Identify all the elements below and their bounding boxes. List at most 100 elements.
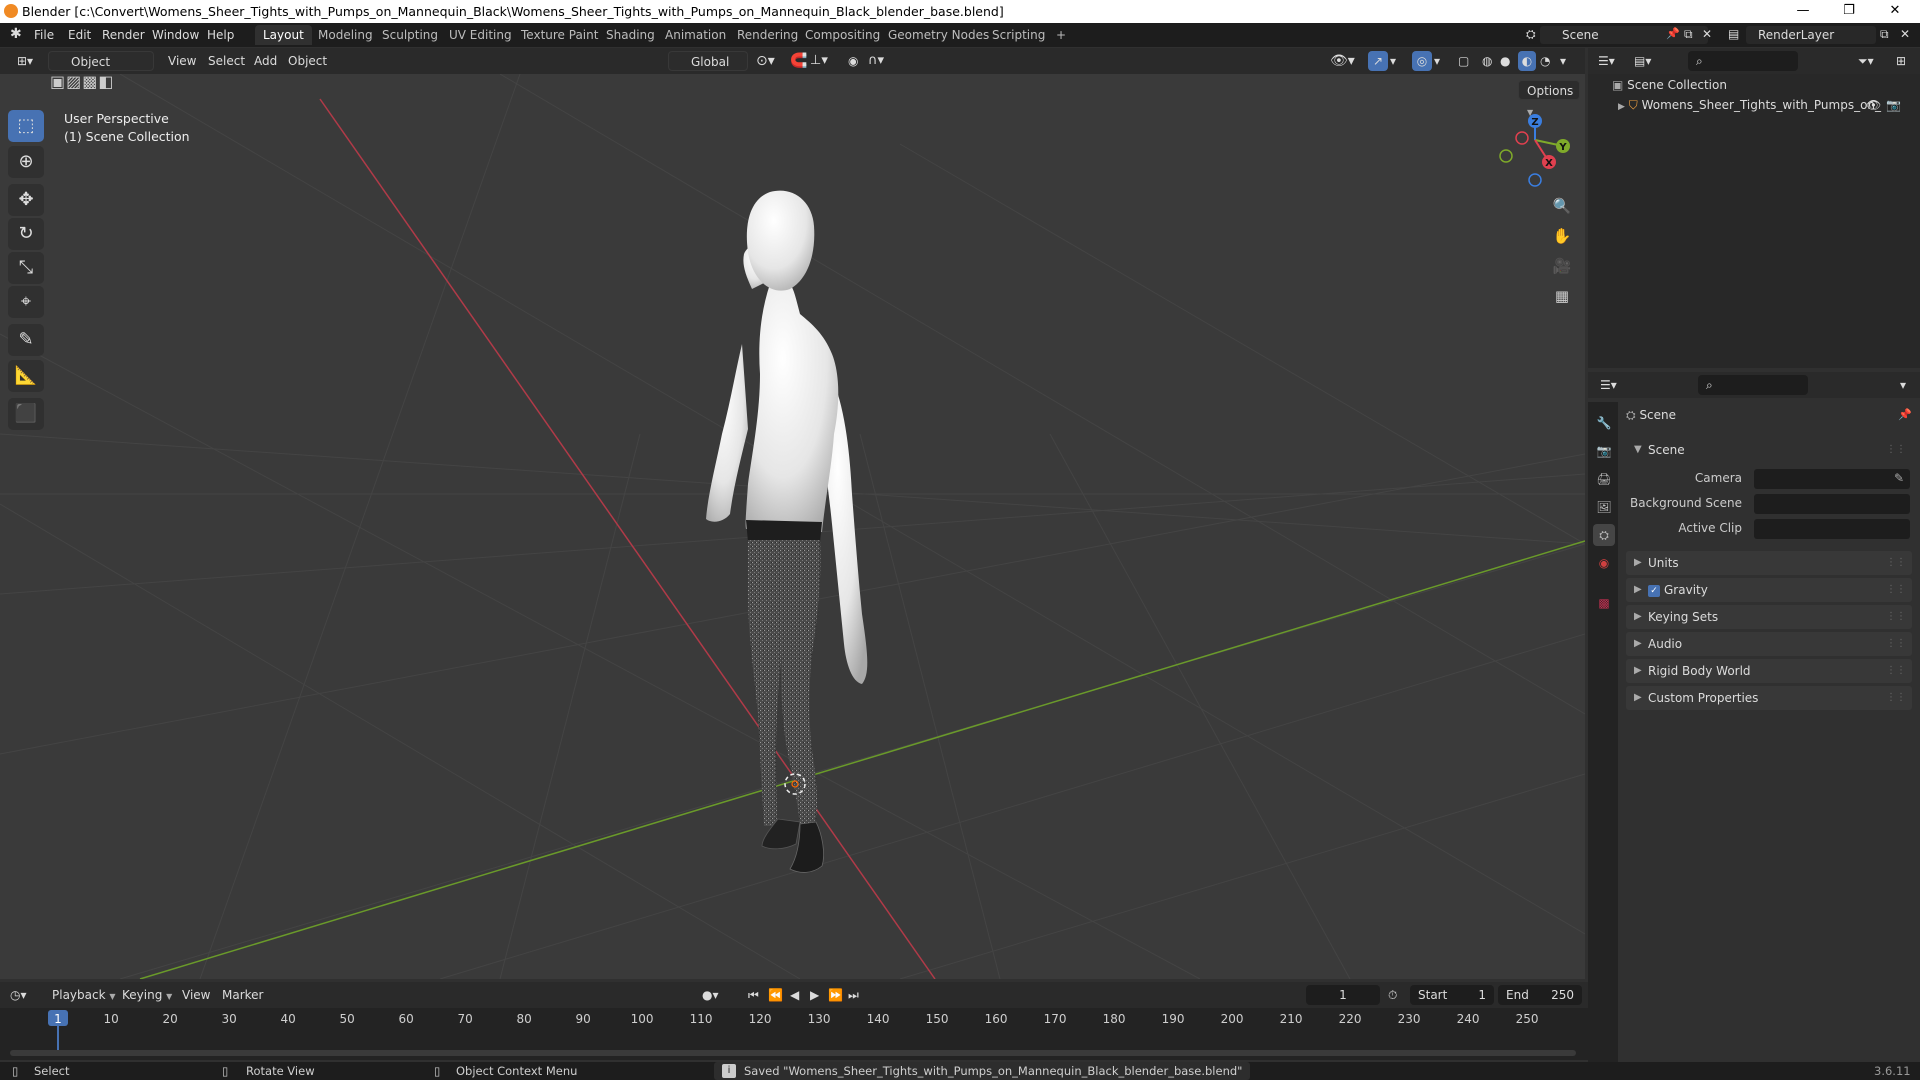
menu-view[interactable]: View [168,51,196,71]
timeline-scrollbar[interactable] [10,1050,1576,1056]
tab-compositing[interactable]: Compositing [797,25,888,45]
falloff-icon[interactable]: ∩▾ [868,51,884,71]
drag-grip-icon[interactable]: ⋮⋮ [1886,659,1906,683]
measure-tool-icon[interactable]: 📐 [8,360,44,392]
shading-dropdown-icon[interactable]: ▾ [1560,51,1566,71]
filter-icon[interactable]: ⏷▾ [1858,51,1874,71]
menu-add[interactable]: Add [254,51,277,71]
timeline-editor-type-icon[interactable]: ◷▾ [10,985,27,1005]
properties-editor-type-icon[interactable]: ☰▾ [1600,375,1617,395]
record-icon[interactable]: ●▾ [702,985,719,1005]
jump-keyframe-forward-icon[interactable]: ⏩ [828,985,843,1005]
xray-toggle-icon[interactable]: ▢ [1458,51,1469,71]
options-dropdown[interactable]: Options ▼ [1518,80,1580,117]
perspective-toggle-icon[interactable]: ▦ [1548,282,1576,310]
properties-options-icon[interactable]: ▾ [1900,375,1906,395]
tab-uv-editing[interactable]: UV Editing [441,25,520,45]
expand-arrow-icon[interactable]: ▶ [1618,102,1625,112]
scene-tab-icon[interactable]: ⛭ [1593,524,1615,546]
pin-icon[interactable]: 📌 [1666,27,1680,40]
move-tool-icon[interactable]: ✥ [8,184,44,216]
select-box-tool-icon[interactable]: ⬚ [8,110,44,142]
minimize-button[interactable]: — [1780,0,1826,23]
menu-marker[interactable]: Marker [222,985,263,1005]
pivot-point-icon[interactable]: ⊙▾ [756,51,775,71]
scene-panel-header[interactable]: ▼ Scene ⋮⋮ [1626,438,1912,462]
view-layer-tab-icon[interactable]: 🖼 [1593,496,1615,518]
rigid-body-world-panel[interactable]: ▶ Rigid Body World ⋮⋮ [1626,659,1912,683]
outliner-search-input[interactable]: ⌕ [1688,51,1798,71]
preview-range-icon[interactable]: ⏱ [1388,985,1397,1005]
tab-animation[interactable]: Animation [657,25,734,45]
menu-window[interactable]: Window [152,28,199,42]
wireframe-shading-icon[interactable]: ◍ [1482,51,1492,71]
snap-icon[interactable]: 🧲 [790,51,807,71]
new-scene-icon[interactable]: ⧉ [1684,27,1693,42]
outliner-item-row[interactable]: ▶ ⛉ Womens_Sheer_Tights_with_Pumps_on_ 👁… [1618,98,1918,113]
close-button[interactable]: ✕ [1872,0,1918,23]
menu-file[interactable]: File [34,28,54,42]
new-collection-icon[interactable]: ⊞ [1896,51,1906,71]
menu-playback[interactable]: Playback ▼ [52,985,116,1005]
tab-layout[interactable]: Layout [255,25,312,45]
drag-grip-icon[interactable]: ⋮⋮ [1886,686,1906,710]
scale-tool-icon[interactable]: ⤡ [8,252,44,284]
solid-shading-icon[interactable]: ● [1500,51,1510,71]
delete-scene-icon[interactable]: ✕ [1702,27,1712,41]
tab-sculpting[interactable]: Sculpting [374,25,446,45]
cursor-tool-icon[interactable]: ⊕ [8,146,44,178]
transform-tool-icon[interactable]: ⌖ [8,286,44,318]
drag-grip-icon[interactable]: ⋮⋮ [1886,578,1906,602]
tab-geometry-nodes[interactable]: Geometry Nodes [880,25,997,45]
units-panel[interactable]: ▶ Units ⋮⋮ [1626,551,1912,575]
drag-grip-icon[interactable]: ⋮⋮ [1886,438,1906,462]
blender-menu-icon[interactable]: ✱ [10,26,22,42]
camera-field[interactable] [1754,469,1910,489]
output-tab-icon[interactable]: 🖨 [1593,468,1615,490]
keying-sets-panel[interactable]: ▶ Keying Sets ⋮⋮ [1626,605,1912,629]
menu-view-timeline[interactable]: View [182,985,210,1005]
tab-shading[interactable]: Shading [598,25,663,45]
tab-scripting[interactable]: Scripting [984,25,1053,45]
play-icon[interactable]: ▶ [810,985,819,1005]
pan-hand-icon[interactable]: ✋ [1548,222,1576,250]
jump-start-icon[interactable]: ⏮ [748,985,759,1005]
menu-help[interactable]: Help [207,28,234,42]
jump-end-icon[interactable]: ⏭ [848,985,859,1005]
rotate-tool-icon[interactable]: ↻ [8,218,44,250]
menu-edit[interactable]: Edit [68,28,91,42]
render-tab-icon[interactable]: 📷 [1593,440,1615,462]
world-tab-icon[interactable]: ◉ [1593,552,1615,574]
gizmo-dropdown-icon[interactable]: ▾ [1390,51,1396,71]
render-camera-icon[interactable]: 📷 [1886,98,1901,112]
snap-target-icon[interactable]: ⊥▾ [810,51,828,71]
current-frame-field[interactable]: 1 [1306,985,1380,1005]
mode-selector[interactable]: Object Mode ▼ [48,51,154,89]
custom-properties-panel[interactable]: ▶ Custom Properties ⋮⋮ [1626,686,1912,710]
add-workspace-button[interactable]: + [1048,25,1074,45]
menu-keying[interactable]: Keying ▼ [122,985,172,1005]
3d-viewport[interactable]: Z Y X User Perspective (1) Scene Collect… [0,74,1585,979]
gizmo-toggle-icon[interactable]: ↗ [1368,51,1388,71]
annotate-tool-icon[interactable]: ✎ [8,324,44,356]
drag-grip-icon[interactable]: ⋮⋮ [1886,551,1906,575]
add-cube-tool-icon[interactable]: ⬛ [8,398,44,430]
outliner-editor-type-icon[interactable]: ☰▾ [1598,51,1615,71]
material-shading-icon[interactable]: ◐ [1518,51,1536,71]
gravity-panel[interactable]: ▶ ✓ Gravity ⋮⋮ [1626,578,1912,602]
zoom-icon[interactable]: 🔍 [1548,192,1576,220]
timeline-area[interactable]: 1 10 20 30 40 50 60 70 80 90 100 110 120 130 140 150 160… [0,1008,1588,1060]
gravity-checkbox[interactable]: ✓ [1648,584,1660,597]
properties-pin-icon[interactable]: 📌 [1898,408,1912,421]
scene-selector[interactable]: Scene [1540,26,1708,44]
tab-modeling[interactable]: Modeling [310,25,381,45]
editor-type-icon[interactable]: ⊞▾ [10,51,40,71]
menu-render[interactable]: Render [102,28,145,42]
tab-rendering[interactable]: Rendering [729,25,806,45]
delete-view-layer-icon[interactable]: ✕ [1900,27,1910,41]
visibility-icon[interactable]: 👁▾ [1330,51,1355,71]
proportional-edit-icon[interactable]: ◉ [848,51,858,71]
menu-object[interactable]: Object [288,51,327,71]
background-scene-field[interactable] [1754,494,1910,514]
overlays-dropdown-icon[interactable]: ▾ [1434,51,1440,71]
